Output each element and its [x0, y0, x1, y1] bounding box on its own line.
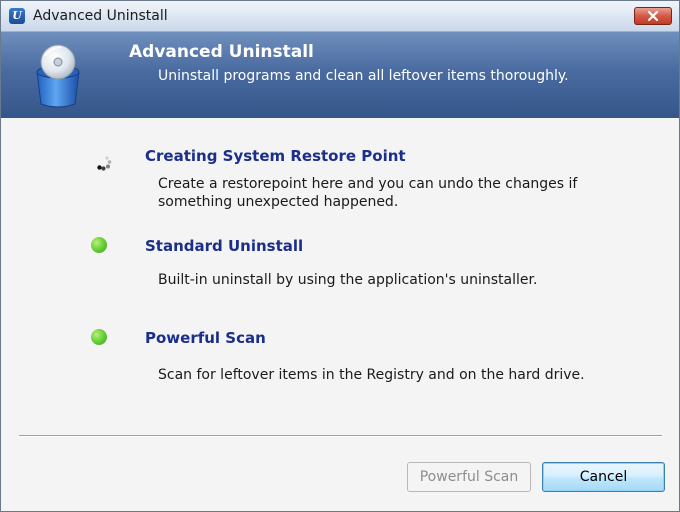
close-button[interactable]	[634, 7, 672, 25]
app-logo-icon: U	[9, 8, 25, 24]
window-title: Advanced Uninstall	[33, 8, 168, 24]
steps-panel: Creating System Restore Point Create a r…	[1, 118, 679, 511]
step-title-standard-uninstall: Standard Uninstall	[145, 237, 304, 255]
separator-line	[19, 435, 662, 437]
step-title-powerful-scan: Powerful Scan	[145, 329, 266, 347]
step-description-powerful-scan: Scan for leftover items in the Registry …	[158, 367, 585, 383]
step-title-restore-point: Creating System Restore Point	[145, 147, 406, 165]
title-bar[interactable]: U Advanced Uninstall	[1, 1, 679, 32]
step-description-standard-uninstall: Built-in uninstall by using the applicat…	[158, 272, 538, 288]
status-dot-icon	[91, 237, 109, 255]
spinner-icon	[95, 155, 113, 173]
uninstall-disc-icon	[36, 44, 80, 108]
header-banner: Advanced Uninstall Uninstall programs an…	[1, 32, 679, 118]
advanced-uninstall-dialog: U Advanced Uninstall Advanced Uninstall …	[0, 0, 680, 512]
cancel-button[interactable]: Cancel	[542, 462, 665, 492]
banner-title: Advanced Uninstall	[129, 42, 314, 62]
step-description-restore-point: Create a restorepoint here and you can u…	[158, 176, 578, 210]
close-icon	[647, 10, 659, 22]
status-dot-icon	[91, 329, 109, 347]
powerful-scan-button[interactable]: Powerful Scan	[407, 462, 531, 492]
banner-subtitle: Uninstall programs and clean all leftove…	[158, 68, 569, 84]
